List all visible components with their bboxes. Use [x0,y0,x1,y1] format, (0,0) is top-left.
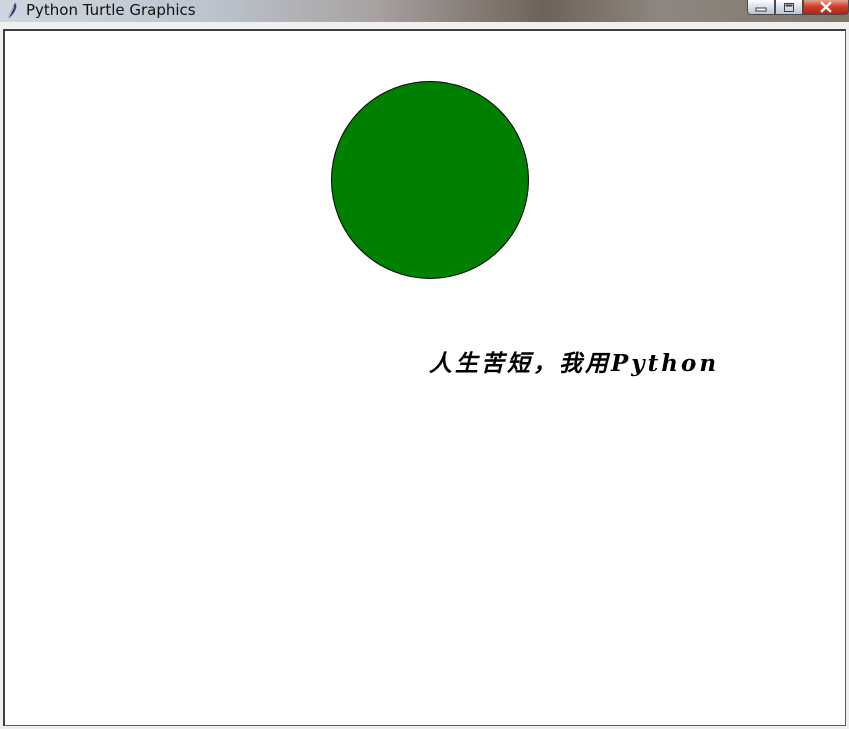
green-circle [331,81,529,279]
close-icon [820,1,832,13]
minimize-button[interactable] [747,0,775,15]
feather-icon [7,2,17,20]
turtle-canvas[interactable]: 人生苦短，我用Python [3,29,846,726]
turtle-window: Python Turtle Graphics 人生苦短，我用Python [0,0,849,729]
maximize-button[interactable] [775,0,803,15]
window-controls [747,0,849,15]
title-bar[interactable]: Python Turtle Graphics [0,0,849,22]
maximize-icon [784,2,794,12]
minimize-icon [755,7,767,12]
window-title: Python Turtle Graphics [26,1,196,19]
close-button[interactable] [803,0,849,15]
slogan-text: 人生苦短，我用Python [429,350,720,377]
